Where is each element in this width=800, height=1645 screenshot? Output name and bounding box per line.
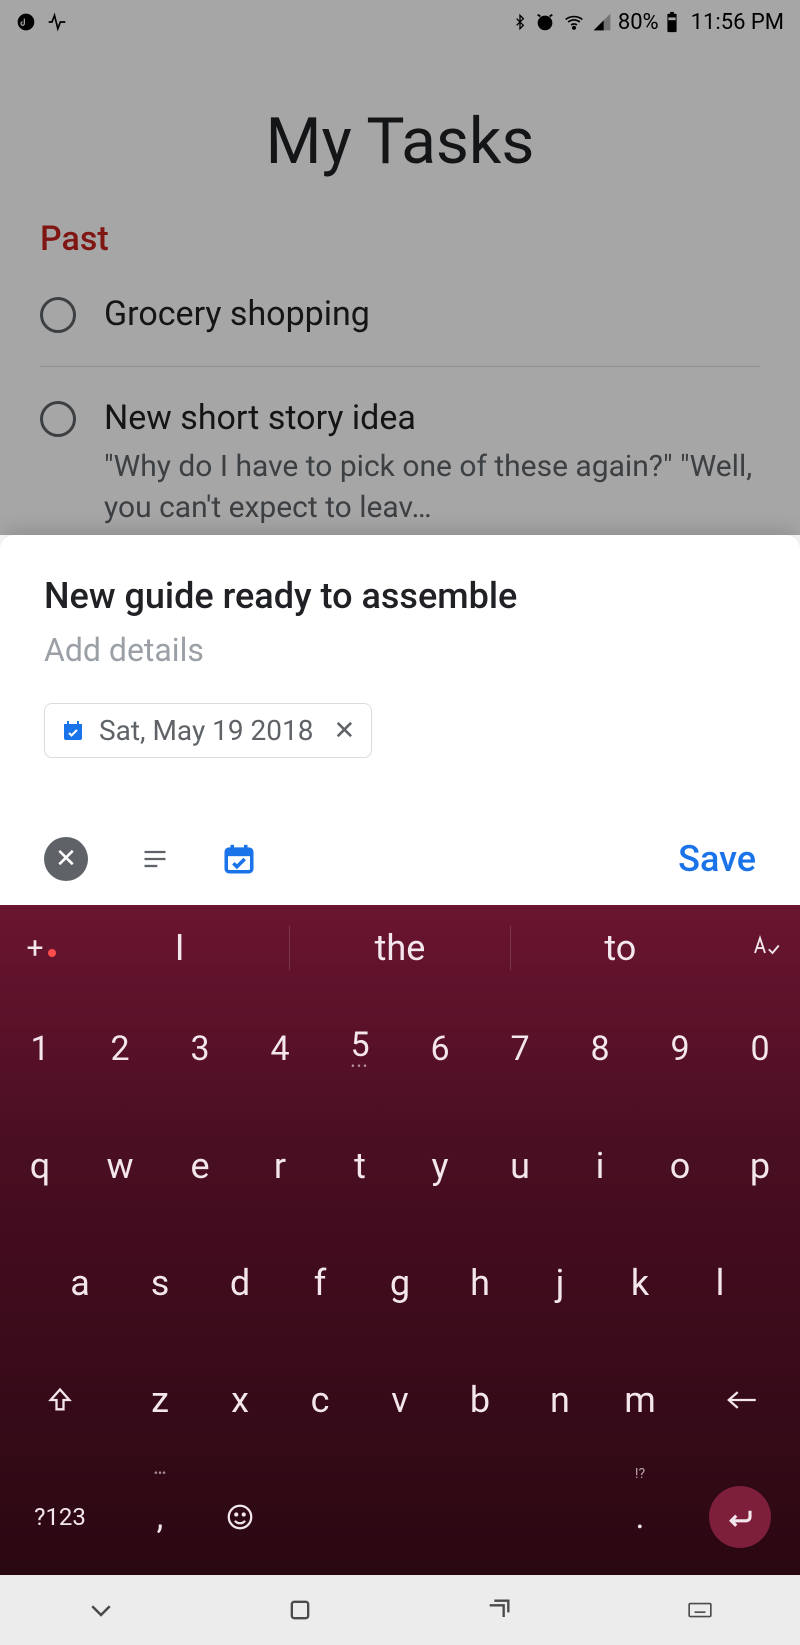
key-4[interactable]: 4 bbox=[240, 991, 320, 1108]
battery-icon bbox=[665, 11, 679, 33]
key-x[interactable]: x bbox=[200, 1341, 280, 1458]
qwerty-row: q w e r t y u i o p bbox=[0, 1108, 800, 1225]
key-d[interactable]: d bbox=[200, 1225, 280, 1342]
key-i[interactable]: i bbox=[560, 1108, 640, 1225]
key-0[interactable]: 0 bbox=[720, 991, 800, 1108]
key-j[interactable]: j bbox=[520, 1225, 600, 1342]
key-o[interactable]: o bbox=[640, 1108, 720, 1225]
key-a[interactable]: a bbox=[40, 1225, 120, 1342]
key-l[interactable]: l bbox=[680, 1225, 760, 1342]
key-n[interactable]: n bbox=[520, 1341, 600, 1458]
save-button[interactable]: Save bbox=[678, 838, 756, 880]
key-3[interactable]: 3 bbox=[160, 991, 240, 1108]
nav-home[interactable] bbox=[286, 1596, 314, 1624]
wifi-icon bbox=[562, 12, 586, 32]
comma-key[interactable]: ••• , bbox=[120, 1458, 200, 1575]
clear-date-icon[interactable]: ✕ bbox=[334, 716, 356, 746]
symbols-key[interactable]: ?123 bbox=[0, 1458, 120, 1575]
bluetooth-icon bbox=[512, 11, 528, 33]
battery-percent: 80% bbox=[618, 10, 659, 35]
nav-keyboard-switch[interactable] bbox=[684, 1597, 716, 1623]
nav-recents[interactable] bbox=[482, 1596, 516, 1624]
key-v[interactable]: v bbox=[360, 1341, 440, 1458]
suggestion-key[interactable]: to bbox=[511, 927, 730, 969]
key-f[interactable]: f bbox=[280, 1225, 360, 1342]
suggestion-key[interactable]: I bbox=[70, 927, 289, 969]
key-9[interactable]: 9 bbox=[640, 991, 720, 1108]
soft-keyboard: + I the to 1 2 3 4 5••• 6 7 8 9 bbox=[0, 905, 800, 1575]
task-row[interactable]: New short story idea "Why do I have to p… bbox=[40, 366, 760, 559]
add-date-icon[interactable] bbox=[222, 842, 256, 876]
nav-hide-keyboard[interactable] bbox=[84, 1595, 118, 1625]
backspace-key[interactable] bbox=[680, 1341, 800, 1458]
signal-icon bbox=[592, 12, 612, 32]
key-y[interactable]: y bbox=[400, 1108, 480, 1225]
section-past-label: Past bbox=[40, 219, 760, 259]
key-u[interactable]: u bbox=[480, 1108, 560, 1225]
key-s[interactable]: s bbox=[120, 1225, 200, 1342]
task-title: New short story idea bbox=[104, 397, 760, 440]
new-task-details-input[interactable]: Add details bbox=[44, 631, 756, 669]
activity-icon bbox=[46, 12, 68, 32]
alarm-icon bbox=[534, 11, 556, 33]
space-key[interactable] bbox=[280, 1458, 600, 1575]
keyboard-autocorrect-toggle[interactable] bbox=[730, 933, 800, 963]
task-row[interactable]: Grocery shopping bbox=[40, 283, 760, 366]
notification-dot-icon bbox=[48, 949, 56, 957]
new-task-title-input[interactable]: New guide ready to assemble bbox=[44, 575, 756, 617]
key-w[interactable]: w bbox=[80, 1108, 160, 1225]
enter-key[interactable] bbox=[680, 1458, 800, 1575]
key-6[interactable]: 6 bbox=[400, 991, 480, 1108]
task-checkbox[interactable] bbox=[40, 401, 76, 437]
key-g[interactable]: g bbox=[360, 1225, 440, 1342]
status-bar: 80% 11:56 PM bbox=[0, 0, 800, 44]
date-chip-label: Sat, May 19 2018 bbox=[99, 714, 314, 747]
calendar-icon bbox=[61, 719, 85, 743]
key-h[interactable]: h bbox=[440, 1225, 520, 1342]
key-2[interactable]: 2 bbox=[80, 991, 160, 1108]
music-icon bbox=[16, 12, 36, 32]
key-q[interactable]: q bbox=[0, 1108, 80, 1225]
zxcv-row: z x c v b n m bbox=[0, 1341, 800, 1458]
close-icon: ✕ bbox=[55, 844, 77, 874]
key-5[interactable]: 5••• bbox=[320, 991, 400, 1108]
task-checkbox[interactable] bbox=[40, 297, 76, 333]
plus-icon: + bbox=[26, 931, 43, 966]
key-c[interactable]: c bbox=[280, 1341, 360, 1458]
add-details-icon[interactable] bbox=[138, 845, 172, 873]
system-nav-bar bbox=[0, 1575, 800, 1645]
keyboard-expand-button[interactable]: + bbox=[0, 931, 70, 966]
key-p[interactable]: p bbox=[720, 1108, 800, 1225]
number-row: 1 2 3 4 5••• 6 7 8 9 0 bbox=[0, 991, 800, 1108]
bottom-row: ?123 ••• , !? . bbox=[0, 1458, 800, 1575]
asdf-row: a s d f g h j k l bbox=[0, 1225, 800, 1342]
page-title: My Tasks bbox=[40, 104, 760, 179]
key-m[interactable]: m bbox=[600, 1341, 680, 1458]
emoji-key[interactable] bbox=[200, 1458, 280, 1575]
key-t[interactable]: t bbox=[320, 1108, 400, 1225]
date-chip[interactable]: Sat, May 19 2018 ✕ bbox=[44, 703, 372, 758]
task-details: "Why do I have to pick one of these agai… bbox=[104, 447, 760, 528]
clock-time: 11:56 PM bbox=[691, 10, 784, 35]
period-key[interactable]: !? . bbox=[600, 1458, 680, 1575]
key-8[interactable]: 8 bbox=[560, 991, 640, 1108]
suggestion-key[interactable]: the bbox=[290, 927, 509, 969]
shift-key[interactable] bbox=[0, 1341, 120, 1458]
key-7[interactable]: 7 bbox=[480, 991, 560, 1108]
key-k[interactable]: k bbox=[600, 1225, 680, 1342]
task-list-screen: My Tasks Past Grocery shopping New short… bbox=[0, 44, 800, 558]
key-1[interactable]: 1 bbox=[0, 991, 80, 1108]
key-e[interactable]: e bbox=[160, 1108, 240, 1225]
task-title: Grocery shopping bbox=[104, 293, 370, 336]
key-z[interactable]: z bbox=[120, 1341, 200, 1458]
dismiss-button[interactable]: ✕ bbox=[44, 837, 88, 881]
new-task-sheet: New guide ready to assemble Add details … bbox=[0, 535, 800, 905]
key-b[interactable]: b bbox=[440, 1341, 520, 1458]
key-r[interactable]: r bbox=[240, 1108, 320, 1225]
